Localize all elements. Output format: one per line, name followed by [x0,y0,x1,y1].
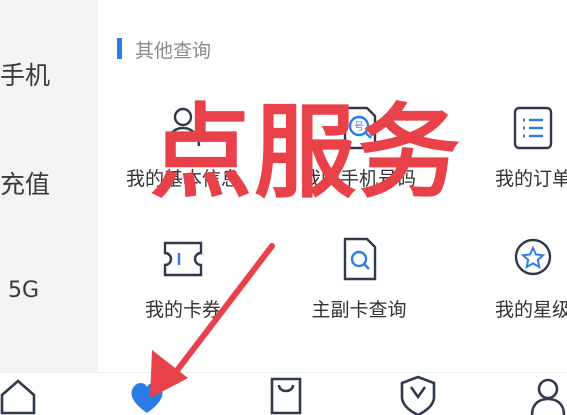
annotation-text: 点服务 [150,94,462,213]
service-secondary-card-query[interactable]: 主副卡查询 [284,235,434,345]
doc-search-icon [343,237,377,281]
star-badge-icon [514,238,552,276]
service-coupons[interactable]: 我的卡券 [108,235,258,345]
service-heart-icon[interactable] [127,375,167,415]
home-icon[interactable] [0,375,38,415]
service-orders[interactable]: 我的订单 [458,104,567,214]
sidebar-item-phone[interactable]: 手机 [0,56,98,92]
bottom-tab-bar [0,372,567,415]
coupon-icon [163,241,203,277]
person-icon[interactable] [528,375,567,415]
section-accent-bar [117,38,122,59]
order-list-icon [513,106,553,150]
shopping-bag-icon[interactable] [266,375,306,415]
service-star-level[interactable]: 我的星级 [458,235,567,345]
service-label: 我的卡券 [144,299,221,321]
shield-v-icon[interactable] [398,375,438,415]
category-sidebar: 手机 充值 5G [0,0,98,372]
service-label: 我的星级 [494,299,567,321]
service-label: 主副卡查询 [311,299,407,321]
sidebar-item-recharge[interactable]: 充值 [0,165,98,201]
section-title: 其他查询 [135,40,212,62]
service-label: 我的订单 [494,168,567,190]
sidebar-item-5g[interactable]: 5G [8,278,106,303]
